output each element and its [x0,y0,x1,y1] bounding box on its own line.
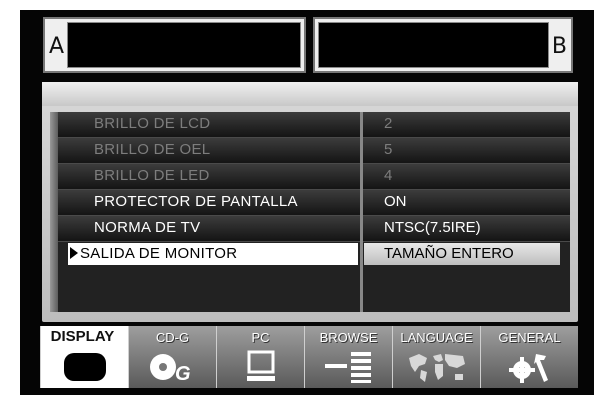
setting-row-lcd-brightness[interactable]: BRILLO DE LCD 2 [58,112,570,138]
setting-label: SALIDA DE MONITOR [80,245,238,262]
pc-icon [246,350,275,381]
slot-a-display [67,22,301,68]
selection-arrow-icon [70,247,78,259]
cdg-icon: G [149,354,191,384]
tab-cd-g[interactable]: CD-G G [128,326,216,388]
tab-label: LANGUAGE [400,330,473,345]
setting-value: 2 [384,115,393,132]
setting-row-led-brightness[interactable]: BRILLO DE LED 4 [58,164,570,190]
setting-row-monitor-output[interactable]: SALIDA DE MONITOR TAMAÑO ENTERO [58,242,570,268]
device-screen: A B BRILLO DE LCD 2 BRILLO DE OEL 5 BRIL… [20,10,594,395]
setting-row-oel-brightness[interactable]: BRILLO DE OEL 5 [58,138,570,164]
slot-a[interactable]: A [43,17,306,73]
tab-label: CD-G [155,330,190,345]
settings-panel: BRILLO DE LCD 2 BRILLO DE OEL 5 BRILLO D… [42,82,578,322]
setting-value: NTSC(7.5IRE) [384,219,481,236]
setting-label: BRILLO DE LCD [94,115,211,132]
slot-b[interactable]: B [313,17,573,73]
setting-row-tv-standard[interactable]: NORMA DE TV NTSC(7.5IRE) [58,216,570,242]
world-map-icon [408,354,465,382]
tab-general[interactable]: GENERAL [480,326,578,388]
tab-label: BROWSE [319,330,378,345]
setting-label: BRILLO DE LED [94,167,210,184]
setting-label: NORMA DE TV [94,219,201,236]
setting-value: 5 [384,141,393,158]
monitor-icon [63,353,106,381]
setting-value: ON [384,193,407,210]
setting-value: 4 [384,167,393,184]
scrollbar[interactable] [50,112,58,312]
tab-label: PC [251,330,270,345]
tab-browse[interactable]: BROWSE [304,326,392,388]
tab-label: DISPLAY [50,328,115,345]
setting-value: TAMAÑO ENTERO [384,245,514,262]
browse-icon [324,352,371,383]
tools-icon [508,354,548,383]
column-divider [360,112,363,312]
tab-label: GENERAL [498,330,561,345]
settings-list: BRILLO DE LCD 2 BRILLO DE OEL 5 BRILLO D… [58,112,570,312]
slot-a-letter: A [49,34,65,59]
setting-row-screensaver[interactable]: PROTECTOR DE PANTALLA ON [58,190,570,216]
tab-pc[interactable]: PC [216,326,304,388]
tab-language[interactable]: LANGUAGE [392,326,480,388]
tab-display[interactable]: DISPLAY [40,326,128,388]
setting-label: PROTECTOR DE PANTALLA [94,193,298,210]
panel-header-bar [42,82,578,106]
setting-label: BRILLO DE OEL [94,141,211,158]
tab-bar: DISPLAY CD-G G PC BROWSE LANGUAGE GENERA… [40,326,578,388]
slot-b-letter: B [551,34,567,59]
svg-text:G: G [175,363,191,384]
slot-b-display [318,22,549,68]
